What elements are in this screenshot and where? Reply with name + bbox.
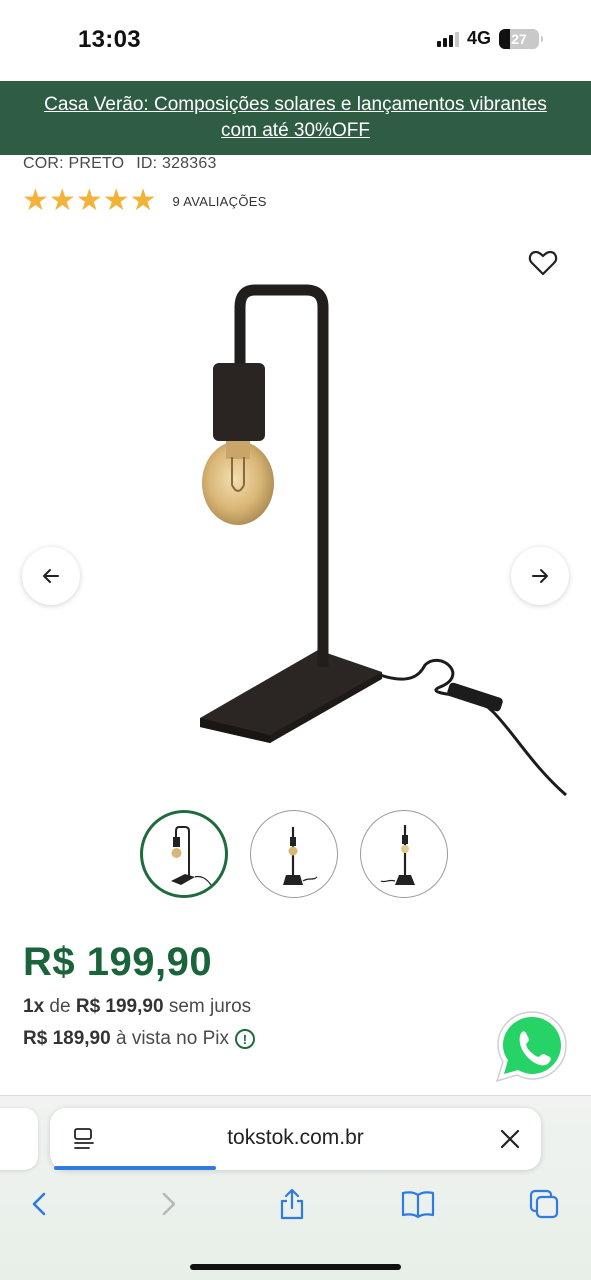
- signal-icon: [436, 31, 459, 47]
- thumbnail-image: [380, 825, 415, 885]
- product-gallery: [0, 235, 591, 805]
- installment-suffix: sem juros: [168, 996, 252, 1017]
- pix-suffix: à vista no Pix: [115, 1028, 229, 1049]
- close-icon[interactable]: [497, 1126, 523, 1152]
- status-bar: 13:03 4G 27: [0, 0, 591, 80]
- load-progress-bar: [54, 1166, 217, 1170]
- previous-image-button[interactable]: [22, 547, 80, 605]
- star-icon: ★: [22, 184, 49, 217]
- network-label: 4G: [466, 28, 491, 48]
- product-meta: COR: PRETO ID: 328363: [23, 155, 217, 173]
- status-indicators: 4G 27: [436, 28, 543, 49]
- bookmarks-button[interactable]: [396, 1184, 440, 1224]
- status-time: 13:03: [78, 26, 141, 53]
- share-icon: [280, 1188, 304, 1220]
- installment-value: R$ 199,90: [75, 996, 164, 1017]
- thumbnail-strip: [140, 810, 448, 898]
- browser-toolbar: [0, 1184, 591, 1228]
- promo-link[interactable]: Casa Verão: Composições solares e lançam…: [44, 92, 547, 144]
- product-price: R$ 199,90: [23, 940, 213, 984]
- installment-info: 1x de R$ 199,90 sem juros: [23, 996, 251, 1018]
- installment-qty: 1x: [23, 996, 45, 1017]
- battery-icon: 27: [499, 28, 543, 49]
- whatsapp-icon: [495, 1011, 567, 1083]
- url-text[interactable]: tokstok.com.br: [50, 1126, 541, 1150]
- arrow-right-icon: [532, 569, 548, 583]
- heart-outline-icon: [528, 250, 558, 276]
- previous-tab[interactable]: [0, 1108, 38, 1170]
- pix-price: R$ 189,90 à vista no Pix !: [23, 1028, 255, 1050]
- arrow-left-icon: [43, 569, 59, 583]
- back-icon: [32, 1192, 46, 1216]
- forward-icon: [162, 1192, 176, 1216]
- promo-line-2: com até 30%OFF: [221, 120, 370, 141]
- browser-chrome: tokstok.com.br: [0, 1095, 591, 1280]
- star-icon: ★: [75, 184, 103, 217]
- rating[interactable]: ★ ★ ★ ★ ★ 9 AVALIAÇÕES: [22, 186, 267, 216]
- star-rating: ★ ★ ★ ★ ★: [22, 186, 157, 216]
- info-icon[interactable]: !: [234, 1029, 255, 1049]
- product-id: ID: 328363: [136, 155, 217, 172]
- whatsapp-button[interactable]: [494, 1008, 570, 1084]
- battery-level: 27: [511, 30, 527, 47]
- color-label: COR: PRETO: [23, 155, 125, 172]
- tabs-button[interactable]: [522, 1184, 566, 1224]
- star-icon: ★: [129, 184, 157, 217]
- thumbnail-1[interactable]: [140, 810, 228, 898]
- reviews-count[interactable]: 9 AVALIAÇÕES: [173, 194, 267, 209]
- product-image: [200, 284, 567, 797]
- home-indicator: [190, 1264, 401, 1270]
- promo-line-1: Casa Verão: Composições solares e lançam…: [44, 94, 547, 115]
- star-icon: ★: [102, 184, 130, 217]
- next-image-button[interactable]: [511, 547, 569, 605]
- share-button[interactable]: [270, 1184, 314, 1224]
- thumbnail-image: [171, 826, 212, 886]
- star-icon: ★: [48, 184, 76, 217]
- back-button[interactable]: [18, 1184, 62, 1224]
- pix-value: R$ 189,90: [23, 1028, 111, 1049]
- thumbnail-image: [283, 827, 318, 885]
- thumbnail-2[interactable]: [250, 810, 338, 898]
- tabs-icon: [529, 1189, 559, 1219]
- address-bar[interactable]: tokstok.com.br: [50, 1108, 541, 1170]
- bookmarks-icon: [401, 1191, 435, 1219]
- promo-banner[interactable]: Casa Verão: Composições solares e lançam…: [0, 81, 591, 155]
- thumbnail-3[interactable]: [360, 810, 448, 898]
- favorite-button[interactable]: [527, 247, 559, 279]
- forward-button[interactable]: [146, 1184, 190, 1224]
- installment-de: de: [49, 996, 71, 1017]
